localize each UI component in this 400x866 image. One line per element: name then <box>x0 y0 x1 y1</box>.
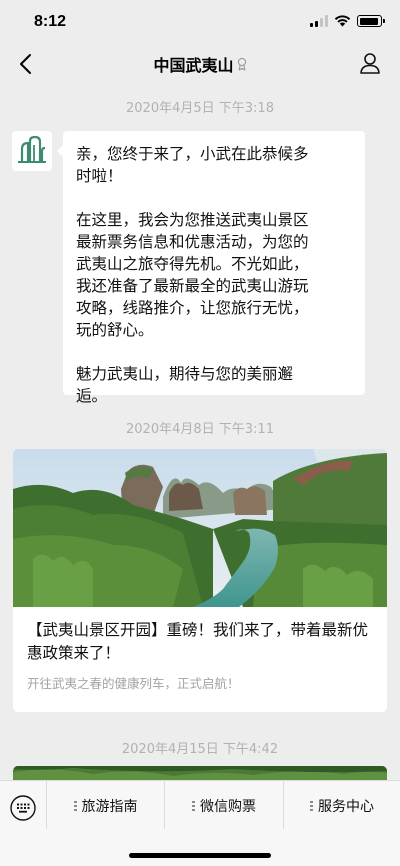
keyboard-icon[interactable] <box>10 795 36 821</box>
message-timestamp: 2020年4月5日 下午3:18 <box>126 101 274 116</box>
wifi-icon <box>334 15 351 27</box>
message-timestamp: 2020年4月15日 下午4:42 <box>121 742 279 757</box>
message-paragraph: 亲，您终于来了，小武在此恭候多 时啦！ <box>76 145 309 185</box>
status-bar: 8:12 <box>0 0 400 46</box>
message-timestamp: 2020年4月8日 下午3:11 <box>126 422 274 437</box>
message-paragraph: 魅力武夷山，期待与您的美丽邂 逅。 <box>76 365 294 405</box>
nav-bar: 中国武夷山 <box>0 46 400 84</box>
avatar[interactable] <box>12 131 52 171</box>
menu-item-label: 服务中心 <box>318 799 374 815</box>
submenu-icon <box>73 801 77 811</box>
menu-item-service-center[interactable]: 服务中心 <box>284 781 400 831</box>
home-indicator <box>129 853 271 858</box>
message-paragraph: 在这里，我会为您推送武夷山景区 最新票务信息和优惠活动，为您的 武夷山之旅夺得先… <box>76 211 309 339</box>
article-summary: 开往武夷之春的健康列车，正式启航！ <box>27 676 240 691</box>
submenu-icon <box>310 801 313 811</box>
status-time: 8:12 <box>34 13 67 30</box>
wuyishan-logo-icon <box>12 131 52 171</box>
person-icon[interactable] <box>358 51 382 75</box>
article-title[interactable]: 【武夷山景区开园】重磅！我们来了，带着最新优惠政策来了！ <box>13 607 387 665</box>
status-icons <box>310 15 385 27</box>
verified-badge-icon <box>237 57 246 71</box>
article-cover-image <box>13 449 387 607</box>
page-title: 中国武夷山 <box>153 56 234 75</box>
menu-item-label: 旅游指南 <box>81 799 138 815</box>
message-bubble: 亲，您终于来了，小武在此恭候多 时啦！ 在这里，我会为您推送武夷山景区 最新票务… <box>57 131 365 405</box>
article-card[interactable]: 【武夷山景区开园】重磅！我们来了，带着最新优惠政策来了！ 开往武夷之春的健康列车… <box>13 449 387 712</box>
signal-icon <box>310 15 328 27</box>
submenu-icon <box>192 801 195 811</box>
menu-item-travel-guide[interactable]: 旅游指南 <box>47 781 164 831</box>
menu-item-label: 微信购票 <box>200 799 256 815</box>
menu-item-wechat-tickets[interactable]: 微信购票 <box>165 781 283 831</box>
battery-icon <box>357 15 385 27</box>
custom-menu-bar: 旅游指南 微信购票 服务中心 <box>0 780 400 866</box>
